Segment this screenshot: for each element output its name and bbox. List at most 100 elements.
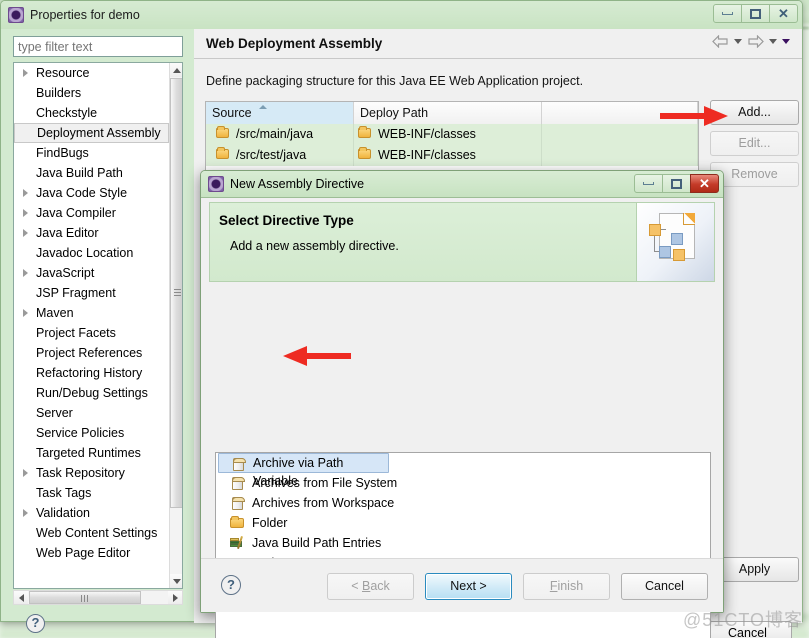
sidebar-item-maven[interactable]: Maven <box>14 303 169 323</box>
scroll-up-button[interactable] <box>170 63 182 77</box>
directive-type-label: Java Build Path Entries <box>252 536 382 550</box>
sidebar-item-server[interactable]: Server <box>14 403 169 423</box>
dialog-minimize-button[interactable] <box>634 174 663 193</box>
tree-vertical-scrollbar[interactable] <box>169 63 182 588</box>
directive-type-item-archive-via-path-variable[interactable]: Archive via Path Variable <box>218 453 389 488</box>
folder-icon <box>216 126 229 138</box>
sidebar-item-label: Server <box>36 406 73 420</box>
help-button[interactable]: ? <box>26 614 45 633</box>
column-header-empty[interactable] <box>542 102 698 124</box>
dialog-cancel-button[interactable]: Cancel <box>621 573 708 600</box>
sidebar-item-java-code-style[interactable]: Java Code Style <box>14 183 169 203</box>
dialog-maximize-button[interactable] <box>662 174 691 193</box>
folder-icon <box>230 516 244 528</box>
sidebar-item-run-debug-settings[interactable]: Run/Debug Settings <box>14 383 169 403</box>
directive-type-item-java-build-path-entries[interactable]: Java Build Path Entries <box>218 533 710 553</box>
sidebar-item-task-tags[interactable]: Task Tags <box>14 483 169 503</box>
jar-icon <box>232 497 245 510</box>
sidebar-item-task-repository[interactable]: Task Repository <box>14 463 169 483</box>
sidebar-item-builders[interactable]: Builders <box>14 83 169 103</box>
expand-arrow-icon[interactable] <box>23 69 28 77</box>
expand-arrow-icon[interactable] <box>23 189 28 197</box>
scroll-down-button[interactable] <box>170 574 182 588</box>
directive-type-item-archives-from-file-system[interactable]: Archives from File System <box>218 473 710 493</box>
window-controls: ✕ <box>713 4 798 23</box>
forward-dropdown-icon[interactable] <box>769 39 777 44</box>
sidebar-item-deployment-assembly[interactable]: Deployment Assembly <box>14 123 169 143</box>
sidebar-item-java-compiler[interactable]: Java Compiler <box>14 203 169 223</box>
edit-button[interactable]: Edit... <box>710 131 799 156</box>
scroll-right-button[interactable] <box>168 591 182 604</box>
sidebar-item-service-policies[interactable]: Service Policies <box>14 423 169 443</box>
back-arrow-icon[interactable] <box>712 35 729 48</box>
sidebar-item-checkstyle[interactable]: Checkstyle <box>14 103 169 123</box>
sidebar-item-label: Checkstyle <box>36 106 98 120</box>
dialog-close-button[interactable]: ✕ <box>690 174 719 193</box>
window-title: Properties for demo <box>30 8 140 22</box>
sidebar-item-refactoring-history[interactable]: Refactoring History <box>14 363 169 383</box>
directive-type-item-archives-from-workspace[interactable]: Archives from Workspace <box>218 493 710 513</box>
expand-arrow-icon[interactable] <box>23 469 28 477</box>
table-body: /src/main/java WEB-INF/classes/src/test/j… <box>206 124 698 166</box>
watermark: @51CTO博客 <box>683 610 803 630</box>
sidebar-item-label: Javadoc Location <box>36 246 134 260</box>
table-header-row: Source Deploy Path <box>206 102 698 124</box>
expand-arrow-icon[interactable] <box>23 209 28 217</box>
tree-hscroll-thumb[interactable] <box>29 591 141 604</box>
sidebar-item-findbugs[interactable]: FindBugs <box>14 143 169 163</box>
sidebar-item-javascript[interactable]: JavaScript <box>14 263 169 283</box>
directive-type-item-folder[interactable]: Folder <box>218 513 710 533</box>
column-header-deploy-path[interactable]: Deploy Path <box>354 102 542 124</box>
dialog-window-controls: ✕ <box>634 174 719 193</box>
view-menu-icon[interactable] <box>782 39 790 44</box>
column-header-source[interactable]: Source <box>206 102 354 124</box>
filter-input[interactable] <box>13 36 183 57</box>
add-button[interactable]: Add... <box>710 100 799 125</box>
jar-icon <box>232 477 245 490</box>
properties-titlebar[interactable]: Properties for demo ✕ <box>1 1 802 29</box>
sidebar-item-label: Deployment Assembly <box>37 126 161 140</box>
finish-button[interactable]: Finish <box>523 573 610 600</box>
back-button[interactable]: < Back <box>327 573 414 600</box>
expand-arrow-icon[interactable] <box>23 229 28 237</box>
dialog-help-button[interactable]: ? <box>221 575 241 595</box>
sidebar-item-label: Web Page Editor <box>36 546 131 560</box>
expand-arrow-icon[interactable] <box>23 269 28 277</box>
sidebar-item-java-editor[interactable]: Java Editor <box>14 223 169 243</box>
sidebar-item-java-build-path[interactable]: Java Build Path <box>14 163 169 183</box>
close-button[interactable]: ✕ <box>769 4 798 23</box>
minimize-icon <box>643 182 654 185</box>
expand-arrow-icon[interactable] <box>23 309 28 317</box>
eclipse-wizard-icon <box>208 176 224 192</box>
sidebar-item-label: Service Policies <box>36 426 125 440</box>
dialog-titlebar[interactable]: New Assembly Directive ✕ <box>201 171 723 198</box>
maximize-button[interactable] <box>741 4 770 23</box>
cell-source-text: /src/main/java <box>236 127 314 141</box>
sidebar-item-project-references[interactable]: Project References <box>14 343 169 363</box>
table-row[interactable]: /src/main/java WEB-INF/classes <box>206 124 698 145</box>
page-description: Define packaging structure for this Java… <box>206 74 584 88</box>
sidebar-item-jsp-fragment[interactable]: JSP Fragment <box>14 283 169 303</box>
sidebar-item-label: Java Build Path <box>36 166 123 180</box>
sidebar-item-label: Task Repository <box>36 466 125 480</box>
tree-scroll-thumb[interactable] <box>170 78 182 508</box>
sidebar-item-web-page-editor[interactable]: Web Page Editor <box>14 543 169 563</box>
sidebar-item-targeted-runtimes[interactable]: Targeted Runtimes <box>14 443 169 463</box>
forward-arrow-icon[interactable] <box>747 35 764 48</box>
expand-arrow-icon[interactable] <box>23 509 28 517</box>
tree-horizontal-scrollbar[interactable] <box>13 590 183 605</box>
sidebar-item-label: Java Code Style <box>36 186 128 200</box>
back-dropdown-icon[interactable] <box>734 39 742 44</box>
next-button[interactable]: Next > <box>425 573 512 600</box>
sidebar-item-web-content-settings[interactable]: Web Content Settings <box>14 523 169 543</box>
maximize-icon <box>671 178 682 189</box>
scroll-left-button[interactable] <box>14 591 28 604</box>
sidebar-item-project-facets[interactable]: Project Facets <box>14 323 169 343</box>
minimize-button[interactable] <box>713 4 742 23</box>
sidebar-item-resource[interactable]: Resource <box>14 63 169 83</box>
sidebar-item-javadoc-location[interactable]: Javadoc Location <box>14 243 169 263</box>
settings-tree[interactable]: Resource Builders Checkstyle Deployment Ass… <box>13 62 183 589</box>
sidebar-item-validation[interactable]: Validation <box>14 503 169 523</box>
table-row[interactable]: /src/test/java WEB-INF/classes <box>206 145 698 166</box>
cell-deploy-path: WEB-INF/classes <box>354 145 542 166</box>
